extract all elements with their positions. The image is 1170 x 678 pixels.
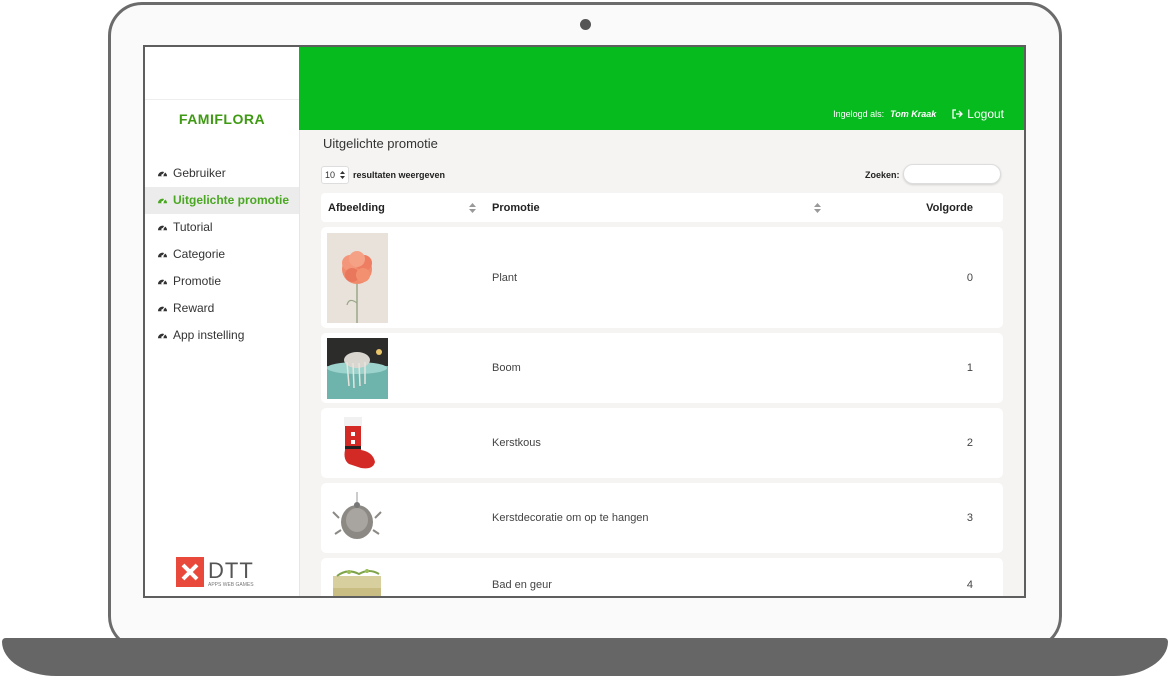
sidebar-item-label: App instelling bbox=[173, 328, 245, 342]
table-row[interactable]: Plant 0 bbox=[321, 227, 1003, 328]
dashboard-icon bbox=[157, 252, 168, 258]
column-header-afbeelding[interactable]: Afbeelding bbox=[328, 202, 385, 214]
search-input[interactable] bbox=[903, 164, 1001, 184]
table-controls: 10 resultaten weergeven Zoeken: bbox=[319, 164, 1003, 194]
laptop-base bbox=[2, 638, 1168, 676]
sidebar-item-gebruiker[interactable]: Gebruiker bbox=[145, 160, 299, 187]
dashboard-icon bbox=[157, 306, 168, 312]
table-header: Afbeelding Promotie Volgorde bbox=[321, 193, 1003, 222]
soap-bars-image bbox=[327, 566, 388, 596]
sidebar-item-label: Tutorial bbox=[173, 220, 213, 234]
select-arrows-icon bbox=[340, 171, 345, 179]
promotion-order: 3 bbox=[966, 512, 973, 524]
sidebar-item-uitgelichte-promotie[interactable]: Uitgelichte promotie bbox=[145, 187, 299, 214]
dashboard-icon bbox=[157, 225, 168, 231]
promotion-name: Kerstkous bbox=[492, 437, 541, 449]
promotion-order: 2 bbox=[966, 437, 973, 449]
promotion-order: 4 bbox=[966, 579, 973, 591]
sidebar-item-label: Gebruiker bbox=[173, 166, 226, 180]
promotions-table: Afbeelding Promotie Volgorde Plant 0 Boo… bbox=[321, 193, 1003, 596]
logout-label: Logout bbox=[967, 107, 1004, 121]
brand-title: FAMIFLORA bbox=[178, 111, 266, 127]
sidebar-item-app-instelling[interactable]: App instelling bbox=[145, 322, 299, 349]
sidebar-item-promotie[interactable]: Promotie bbox=[145, 268, 299, 295]
promotion-name: Kerstdecoratie om op te hangen bbox=[492, 512, 649, 524]
furry-ornament-image bbox=[327, 488, 388, 548]
sort-icon[interactable] bbox=[469, 203, 476, 213]
sidebar-item-label: Categorie bbox=[173, 247, 226, 261]
sidebar-item-label: Promotie bbox=[173, 274, 222, 288]
sidebar-item-categorie[interactable]: Categorie bbox=[145, 241, 299, 268]
sidebar-item-label: Reward bbox=[173, 301, 215, 315]
table-row[interactable]: Kerstkous 2 bbox=[321, 408, 1003, 478]
sidebar-item-reward[interactable]: Reward bbox=[145, 295, 299, 322]
screen: FAMIFLORA Gebruiker Uitgelichte promotie… bbox=[143, 45, 1026, 598]
svg-text:APPS WEB GAMES: APPS WEB GAMES bbox=[208, 582, 254, 588]
header-bar: Ingelogd als: Tom Kraak Logout bbox=[299, 47, 1024, 130]
sidebar: FAMIFLORA Gebruiker Uitgelichte promotie… bbox=[145, 47, 300, 596]
table-row[interactable]: Bad en geur 4 bbox=[321, 558, 1003, 596]
promotion-name: Boom bbox=[492, 362, 521, 374]
logout-icon bbox=[952, 109, 964, 119]
dashboard-icon bbox=[157, 171, 168, 177]
column-header-promotie[interactable]: Promotie bbox=[492, 202, 540, 214]
dashboard-icon bbox=[157, 198, 168, 204]
christmas-stocking-image bbox=[327, 414, 388, 472]
page-length-value: 10 bbox=[325, 170, 336, 180]
dashboard-icon bbox=[157, 333, 168, 339]
user-name: Tom Kraak bbox=[890, 109, 937, 119]
search-label: Zoeken: bbox=[865, 170, 900, 180]
sidebar-divider bbox=[145, 99, 299, 100]
bath-scene-image bbox=[327, 338, 388, 399]
sort-icon[interactable] bbox=[814, 203, 821, 213]
promotion-name: Plant bbox=[492, 272, 518, 284]
sidebar-nav: Gebruiker Uitgelichte promotie Tutorial … bbox=[145, 160, 299, 349]
dtt-logo: DTT APPS WEB GAMES bbox=[176, 557, 254, 588]
page-length-label: resultaten weergeven bbox=[353, 170, 446, 180]
logged-in-label: Ingelogd als: bbox=[833, 109, 885, 119]
main-content: Uitgelichte promotie 10 resultaten weerg… bbox=[319, 130, 1003, 596]
table-row[interactable]: Kerstdecoratie om op te hangen 3 bbox=[321, 483, 1003, 553]
sidebar-item-label: Uitgelichte promotie bbox=[173, 193, 290, 207]
svg-text:DTT: DTT bbox=[208, 558, 254, 583]
page-title: Uitgelichte promotie bbox=[323, 136, 438, 151]
dashboard-icon bbox=[157, 279, 168, 285]
logout-button[interactable]: Logout bbox=[952, 107, 1004, 121]
promotion-order: 0 bbox=[966, 272, 973, 284]
sidebar-item-tutorial[interactable]: Tutorial bbox=[145, 214, 299, 241]
login-info: Ingelogd als: Tom Kraak Logout bbox=[833, 107, 1004, 121]
carnation-flower-image bbox=[327, 233, 388, 323]
webcam bbox=[580, 19, 591, 30]
column-header-volgorde[interactable]: Volgorde bbox=[926, 202, 973, 214]
page-length-select[interactable]: 10 bbox=[321, 166, 349, 184]
promotion-name: Bad en geur bbox=[492, 579, 552, 591]
promotion-order: 1 bbox=[966, 362, 973, 374]
table-row[interactable]: Boom 1 bbox=[321, 333, 1003, 403]
